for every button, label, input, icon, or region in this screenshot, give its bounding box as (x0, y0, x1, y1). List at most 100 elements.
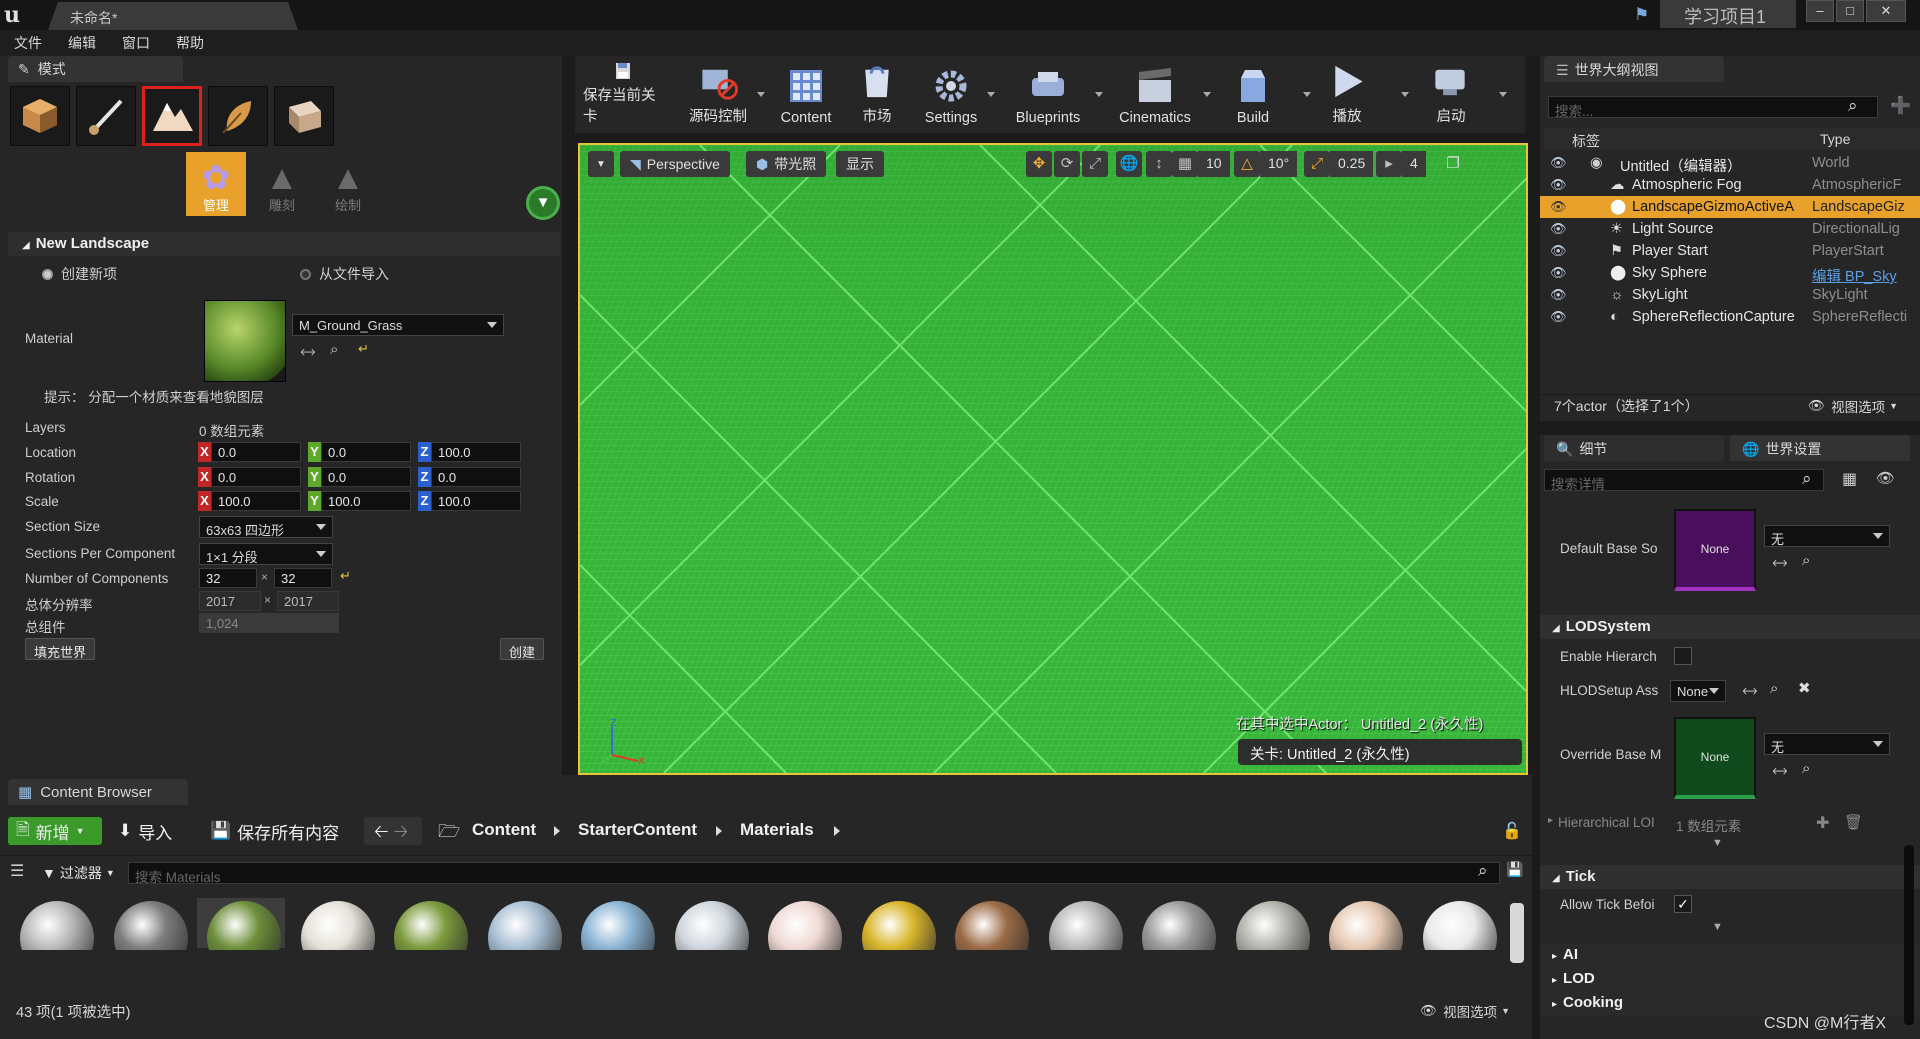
hierarchical-lod-row[interactable]: ▸ Hierarchical LOI 1 数组元素 ✚ 🗑 (1544, 813, 1914, 835)
translate-tool-icon[interactable]: ✥ (1026, 151, 1052, 177)
material-thumbnail[interactable] (204, 300, 286, 382)
play-button[interactable]: 播放 (1317, 60, 1377, 130)
breadcrumb-materials[interactable]: Materials (740, 820, 814, 840)
settings-button[interactable]: Settings (911, 60, 991, 130)
geometry-mode-button[interactable] (274, 86, 334, 146)
world-settings-tab[interactable]: 🌐 世界设置 (1730, 435, 1910, 461)
fill-world-button[interactable]: 填充世界 (25, 638, 96, 660)
dropdown-arrow-icon[interactable] (1095, 92, 1103, 97)
resolution-y-field[interactable]: 2017 (277, 591, 339, 611)
content-button[interactable]: Content (771, 60, 841, 130)
dropdown-arrow-icon[interactable] (1499, 92, 1507, 97)
cinematics-button[interactable]: Cinematics (1109, 60, 1201, 130)
create-new-radio[interactable]: 创建新项 (42, 264, 117, 284)
asset-tile[interactable]: M_Brick_Clay _Beveled (291, 898, 379, 950)
build-button[interactable]: Build (1221, 60, 1285, 130)
menu-edit[interactable]: 编辑 (68, 33, 96, 53)
location-z-field[interactable]: 100.0 (431, 442, 521, 462)
asset-tile[interactable]: M_Brick_Clay _New (384, 898, 472, 950)
components-y-field[interactable]: 32 (274, 568, 332, 588)
flag-icon[interactable]: ⚑ (1634, 5, 1654, 25)
eye-icon[interactable]: 👁 (1550, 265, 1567, 281)
asset-grid-scrollbar[interactable] (1510, 903, 1524, 963)
asset-tile[interactable]: M_Cobble Stone_ Smooth (1039, 898, 1127, 950)
override-base-thumbnail[interactable]: None (1674, 717, 1756, 799)
show-button[interactable]: 显示 (836, 151, 884, 177)
use-selected-arrow-icon[interactable]: 🡘 (1772, 553, 1788, 578)
add-new-button[interactable]: 🗎 新增 ▼ (8, 817, 102, 845)
rotation-snap-icon[interactable]: △ (1234, 151, 1260, 177)
default-base-dropdown[interactable]: 无 (1764, 525, 1890, 547)
outliner-search-input[interactable]: 搜索... (1548, 96, 1878, 119)
add-icon[interactable]: ➕ (1890, 96, 1911, 116)
details-scrollbar[interactable] (1904, 845, 1914, 1025)
asset-tile[interactable]: M_Brick_Cut _Stone (571, 898, 659, 950)
use-selected-arrow-icon[interactable]: 🡘 (300, 342, 316, 367)
breadcrumb-arrow-icon[interactable] (716, 826, 722, 836)
edit-blueprint-link[interactable]: 编辑 BP_Sky (1812, 265, 1916, 286)
close-button[interactable]: ✕ (1866, 0, 1906, 22)
breadcrumb-content[interactable]: Content (472, 820, 536, 840)
outliner-row-landscape-gizmo[interactable]: 👁 ⬤ LandscapeGizmoActiveA LandscapeGiz (1540, 196, 1920, 218)
enable-hierarchical-checkbox[interactable] (1674, 647, 1692, 665)
clear-x-icon[interactable]: ✖ (1798, 679, 1811, 697)
sources-panel-icon[interactable]: ☰ (10, 861, 24, 881)
scale-snap-icon[interactable]: ⤢ (1304, 151, 1330, 177)
breadcrumb-arrow-icon[interactable] (554, 826, 560, 836)
breadcrumb-starter-content[interactable]: StarterContent (578, 820, 697, 840)
property-matrix-icon[interactable]: ▦ (1842, 469, 1857, 489)
use-selected-arrow-icon[interactable]: 🡘 (1772, 761, 1788, 786)
delete-trash-icon[interactable]: 🗑 (1844, 813, 1863, 831)
source-control-button[interactable]: 源码控制 (685, 60, 751, 130)
create-button[interactable]: 创建 (500, 638, 545, 660)
reset-arrow-icon[interactable]: ↵ (358, 341, 369, 357)
asset-tile[interactable]: M_Basic_ Wall (197, 898, 285, 950)
dropdown-arrow-icon[interactable] (1303, 92, 1311, 97)
materials-search-input[interactable]: 搜索 Materials (128, 862, 1500, 885)
menu-help[interactable]: 帮助 (176, 33, 204, 53)
label-column-header[interactable]: 标签 (1572, 131, 1600, 151)
eye-icon[interactable]: 👁 (1876, 469, 1895, 487)
perspective-button[interactable]: ◥ Perspective (620, 151, 730, 177)
import-button[interactable]: ⬇ 导入 (118, 817, 172, 845)
details-search-input[interactable]: 搜索详情 (1544, 469, 1824, 492)
lock-icon[interactable]: 🔓 (1502, 821, 1522, 841)
back-arrow-icon[interactable]: 🡠 (374, 821, 389, 841)
blueprints-button[interactable]: Blueprints (1003, 60, 1093, 130)
save-search-icon[interactable]: 💾 (1506, 861, 1523, 878)
hlod-setup-dropdown[interactable]: None (1670, 680, 1726, 702)
browse-search-icon[interactable]: ⌕ (1802, 552, 1810, 569)
reset-arrow-icon[interactable]: ↵ (340, 568, 351, 584)
sections-per-component-dropdown[interactable]: 1×1 分段 (199, 543, 333, 565)
dropdown-arrow-icon[interactable] (987, 92, 995, 97)
lod-header[interactable]: ▸ LOD (1540, 967, 1920, 991)
menu-file[interactable]: 文件 (14, 33, 42, 53)
folder-icon[interactable]: 🗁 (438, 819, 460, 849)
rotate-tool-icon[interactable]: ⟳ (1054, 151, 1080, 177)
maximize-button[interactable]: □ (1836, 0, 1864, 22)
world-local-icon[interactable]: 🌐 (1116, 151, 1142, 177)
rotation-snap-value[interactable]: 10° (1260, 151, 1298, 177)
eye-icon[interactable]: 👁 (1550, 155, 1567, 171)
eye-icon[interactable]: 👁 (1550, 287, 1567, 303)
allow-tick-checkbox[interactable]: ✓ (1674, 895, 1692, 913)
place-mode-button[interactable] (10, 86, 70, 146)
landscape-mode-button[interactable] (142, 86, 202, 146)
grid-snap-value[interactable]: 10 (1198, 151, 1230, 177)
location-y-field[interactable]: 0.0 (321, 442, 411, 462)
surface-snap-icon[interactable]: ↕ (1146, 151, 1172, 177)
scale-z-field[interactable]: 100.0 (431, 491, 521, 511)
eye-icon[interactable]: 👁 (1550, 243, 1567, 259)
document-tab[interactable]: 未命名* (48, 2, 298, 30)
grid-snap-icon[interactable]: ▦ (1172, 151, 1198, 177)
add-element-icon[interactable]: ✚ (1816, 813, 1829, 833)
section-size-dropdown[interactable]: 63x63 四边形 (199, 516, 333, 538)
outliner-row-player-start[interactable]: 👁 ⚑ Player Start PlayerStart (1540, 240, 1920, 262)
asset-tile[interactable]: M_Ceramic_ Tile_Checker (758, 898, 846, 950)
asset-tile[interactable]: M_Brick_Clay _Old (478, 898, 566, 950)
level-viewport[interactable]: ▼ ◥ Perspective ⬢ 带光照 显示 ✥ ⟳ ⤢ 🌐 ↕ ▦ 10 △ … (578, 143, 1528, 775)
current-level-label[interactable]: 关卡: Untitled_2 (永久性) (1238, 739, 1522, 765)
expand-down-icon[interactable]: ▼ (1712, 921, 1723, 933)
landscape-gizmo-icon[interactable]: ▼ (526, 186, 560, 220)
browse-search-icon[interactable]: ⌕ (1770, 680, 1778, 697)
